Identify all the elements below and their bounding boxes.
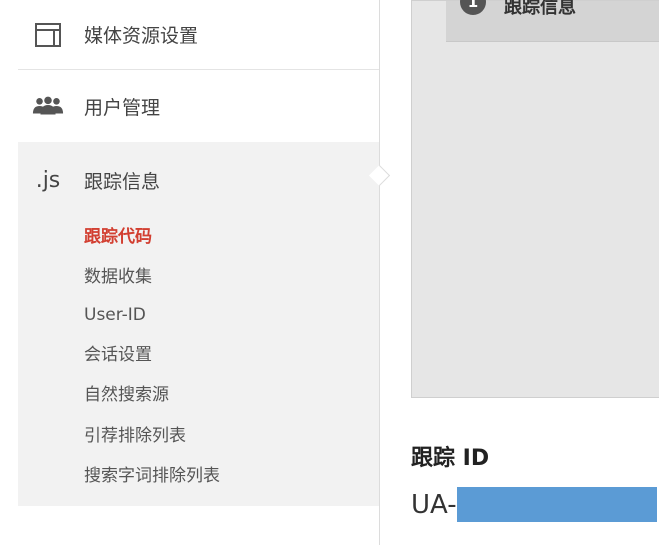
subitem-tracking-code[interactable]: 跟踪代码 [84, 227, 152, 247]
subitem-organic-search-sources[interactable]: 自然搜索源 [84, 385, 169, 405]
sidebar-item-label: 媒体资源设置 [84, 25, 199, 47]
tracking-info-section: .js 跟踪信息 跟踪代码 数据收集 User-ID 会话设置 自然搜索源 引荐… [18, 142, 379, 506]
js-icon: .js [35, 167, 61, 193]
sidebar-item-label: 跟踪信息 [84, 170, 161, 193]
sidebar-item-tracking-info[interactable]: .js 跟踪信息 [18, 142, 379, 218]
subitem-referral-exclusion-list[interactable]: 引荐排除列表 [84, 426, 186, 446]
step-number-badge: 1 [460, 0, 486, 15]
step-header: 1 跟踪信息 [446, 0, 659, 42]
subitem-user-id[interactable]: User-ID [84, 305, 146, 325]
tracking-id-heading: 跟踪 ID [411, 446, 490, 471]
admin-sidebar: 媒体资源设置 用户管理 .js 跟踪信息 跟踪代码 数据收集 User-ID 会… [18, 0, 379, 545]
subitem-search-term-exclusion-list[interactable]: 搜索字词排除列表 [84, 466, 220, 486]
sidebar-item-user-management[interactable]: 用户管理 [18, 71, 379, 141]
users-icon [32, 94, 64, 118]
tracking-info-panel: 1 跟踪信息 [411, 0, 659, 398]
subitem-data-collection[interactable]: 数据收集 [84, 267, 152, 287]
step-title: 跟踪信息 [504, 0, 576, 18]
panel-divider [379, 0, 380, 545]
layout-icon [32, 22, 64, 47]
tracking-id-prefix: UA- [411, 489, 457, 520]
redacted-block [456, 487, 657, 522]
tracking-id-value: UA- [411, 487, 657, 522]
sidebar-item-label: 用户管理 [84, 96, 161, 119]
subitem-session-settings[interactable]: 会话设置 [84, 345, 152, 365]
sidebar-item-media-settings[interactable]: 媒体资源设置 [18, 0, 379, 70]
